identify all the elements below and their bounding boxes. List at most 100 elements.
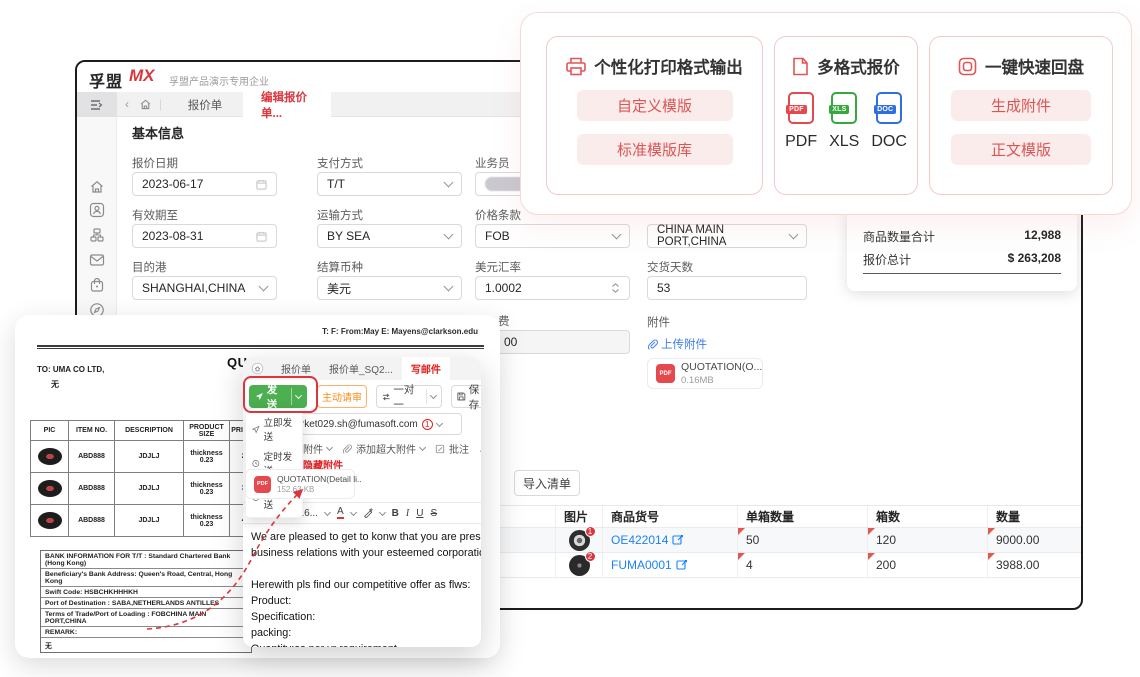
per-box-cell[interactable]: 4: [737, 553, 867, 577]
promo-card-reply: 一键快速回盘 生成附件 正文模版: [929, 36, 1113, 195]
quote-attachment-chip[interactable]: PDF QUOTATION(O... 0.16MB: [647, 358, 763, 389]
hamburger-icon: [90, 99, 104, 111]
per-box-cell[interactable]: 50: [737, 528, 867, 552]
email-body-editor[interactable]: We are pleased to get to konw that you a…: [251, 529, 481, 647]
product-code-link[interactable]: FUMA0001: [611, 558, 672, 572]
dest-port-label: 目的港: [132, 259, 167, 275]
payment-select[interactable]: T/T: [317, 172, 462, 196]
chevron-down-icon[interactable]: [436, 419, 443, 426]
bold-button[interactable]: B: [392, 508, 399, 519]
header-boxes: 箱数: [867, 506, 987, 527]
currency-label: 结算币种: [317, 259, 363, 275]
send-options-menu: 立即发送 定时发送 延时发送: [245, 408, 303, 518]
transport-label: 运输方式: [317, 207, 363, 223]
chevron-down-icon: [350, 508, 357, 515]
attachment-size: 152.63 KB: [277, 485, 362, 494]
price-terms-select[interactable]: FOB: [475, 224, 630, 248]
dest-port-select[interactable]: SHANGHAI,CHINA: [132, 276, 277, 300]
save-button[interactable]: 保存: [451, 385, 481, 408]
back-chevron-icon[interactable]: ‹: [125, 97, 129, 111]
doc-bank-info: BANK INFORMATION FOR T/T : Standard Char…: [40, 550, 252, 653]
upload-attachment-text: 上传附件: [661, 336, 707, 352]
home-icon[interactable]: [89, 179, 105, 195]
edit-icon[interactable]: [676, 559, 688, 571]
dest-port-value: SHANGHAI,CHINA: [142, 281, 245, 295]
file-icon: [792, 57, 809, 76]
recipient-address: market029.sh@fumasoft.com: [287, 419, 418, 430]
body-template-button[interactable]: 正文模版: [951, 134, 1091, 165]
underline-button[interactable]: U: [416, 508, 423, 519]
italic-button[interactable]: I: [406, 508, 409, 519]
promo-card-title: 多格式报价: [817, 54, 900, 78]
import-list-button[interactable]: 导入清单: [514, 470, 580, 496]
add-large-attachment-action[interactable]: 添加超大附件: [356, 441, 416, 456]
home-icon: [251, 362, 264, 375]
delivery-days-input[interactable]: 53: [647, 276, 807, 300]
recipient-field[interactable]: market029.sh@fumasoft.com 1: [280, 413, 462, 435]
attachment-label: 附件: [647, 314, 670, 330]
brand-logo: 孚盟: [89, 68, 123, 92]
boxes-cell[interactable]: 200: [867, 553, 987, 577]
qty-cell[interactable]: 3988.00: [987, 553, 1083, 577]
tab-edit-quote[interactable]: 编辑报价单...: [243, 92, 331, 117]
attach-actions-row: 添加附件 添加超大附件 批注 跟踪: [283, 441, 481, 456]
clock-icon: [252, 459, 260, 468]
email-attachment-chip[interactable]: PDF QUOTATION(Detail li.. 152.63 KB: [245, 469, 355, 499]
annotate-action[interactable]: 批注: [449, 441, 469, 456]
boxes-cell[interactable]: 120: [867, 528, 987, 552]
menu-item-send-now[interactable]: 立即发送: [246, 412, 302, 446]
usd-rate-stepper[interactable]: 1.0002: [475, 276, 630, 300]
calendar-icon: [256, 231, 267, 242]
payment-value: T/T: [327, 177, 345, 191]
orgchart-icon[interactable]: [89, 227, 105, 243]
stepper-icons[interactable]: [611, 282, 620, 294]
attachment-name: QUOTATION(O...: [681, 361, 762, 375]
chevron-down-icon: [444, 178, 454, 188]
product-image: 2: [569, 555, 590, 576]
delivery-days-value: 53: [657, 281, 670, 295]
usd-rate-value: 1.0002: [485, 281, 522, 295]
chevron-down-icon: [419, 444, 426, 451]
edit-icon[interactable]: [672, 534, 684, 546]
valid-until-input[interactable]: 2023-08-31: [132, 224, 277, 248]
quote-total-value: $ 263,208: [1008, 251, 1061, 268]
save-icon: [457, 392, 466, 401]
custom-template-button[interactable]: 自定义模版: [577, 90, 733, 121]
doc-file-icon: DOC: [876, 92, 902, 124]
strikethrough-button[interactable]: S: [430, 508, 437, 519]
upload-attachment-link[interactable]: 上传附件: [647, 336, 707, 352]
quote-date-value: 2023-06-17: [142, 177, 203, 191]
font-color-button[interactable]: A: [337, 507, 344, 519]
paperclip-icon: [342, 444, 352, 454]
collapse-menu-button[interactable]: [77, 92, 117, 117]
user-icon[interactable]: [89, 202, 105, 218]
standard-template-library-button[interactable]: 标准模版库: [577, 134, 733, 165]
transport-select[interactable]: BY SEA: [317, 224, 462, 248]
shipping-port-select[interactable]: CHINA MAIN PORT,CHINA: [647, 224, 807, 248]
one-to-one-button[interactable]: 一对一: [376, 385, 442, 408]
quote-date-input[interactable]: 2023-06-17: [132, 172, 277, 196]
chevron-down-icon: [259, 282, 269, 292]
generate-attachment-button[interactable]: 生成附件: [951, 90, 1091, 121]
email-tab-compose[interactable]: 写邮件: [402, 357, 450, 380]
tab-quote-list[interactable]: 报价单: [169, 92, 241, 117]
currency-select[interactable]: 美元: [317, 276, 462, 300]
price-terms-value: FOB: [485, 229, 510, 243]
recipient-count-badge: 1: [422, 419, 433, 430]
calendar-icon: [256, 179, 267, 190]
request-review-label: 主动请审: [322, 389, 362, 404]
mail-icon[interactable]: [89, 252, 105, 268]
qty-cell[interactable]: 9000.00: [987, 528, 1083, 552]
email-tab-quote-sq2[interactable]: 报价单_SQ2...: [320, 357, 402, 380]
chevron-down-icon: [379, 508, 386, 515]
package-icon[interactable]: [89, 277, 105, 293]
save-button-label: 保存: [469, 382, 481, 412]
doc-product-image: [38, 512, 62, 529]
request-review-button[interactable]: 主动请审: [317, 385, 367, 408]
promo-card-title: 一键快速回盘: [985, 54, 1084, 78]
product-code-link[interactable]: OE422014: [611, 533, 668, 547]
transport-value: BY SEA: [327, 229, 370, 243]
home-icon[interactable]: [139, 98, 152, 111]
currency-value: 美元: [327, 280, 351, 297]
highlight-pen-icon[interactable]: [363, 508, 373, 518]
